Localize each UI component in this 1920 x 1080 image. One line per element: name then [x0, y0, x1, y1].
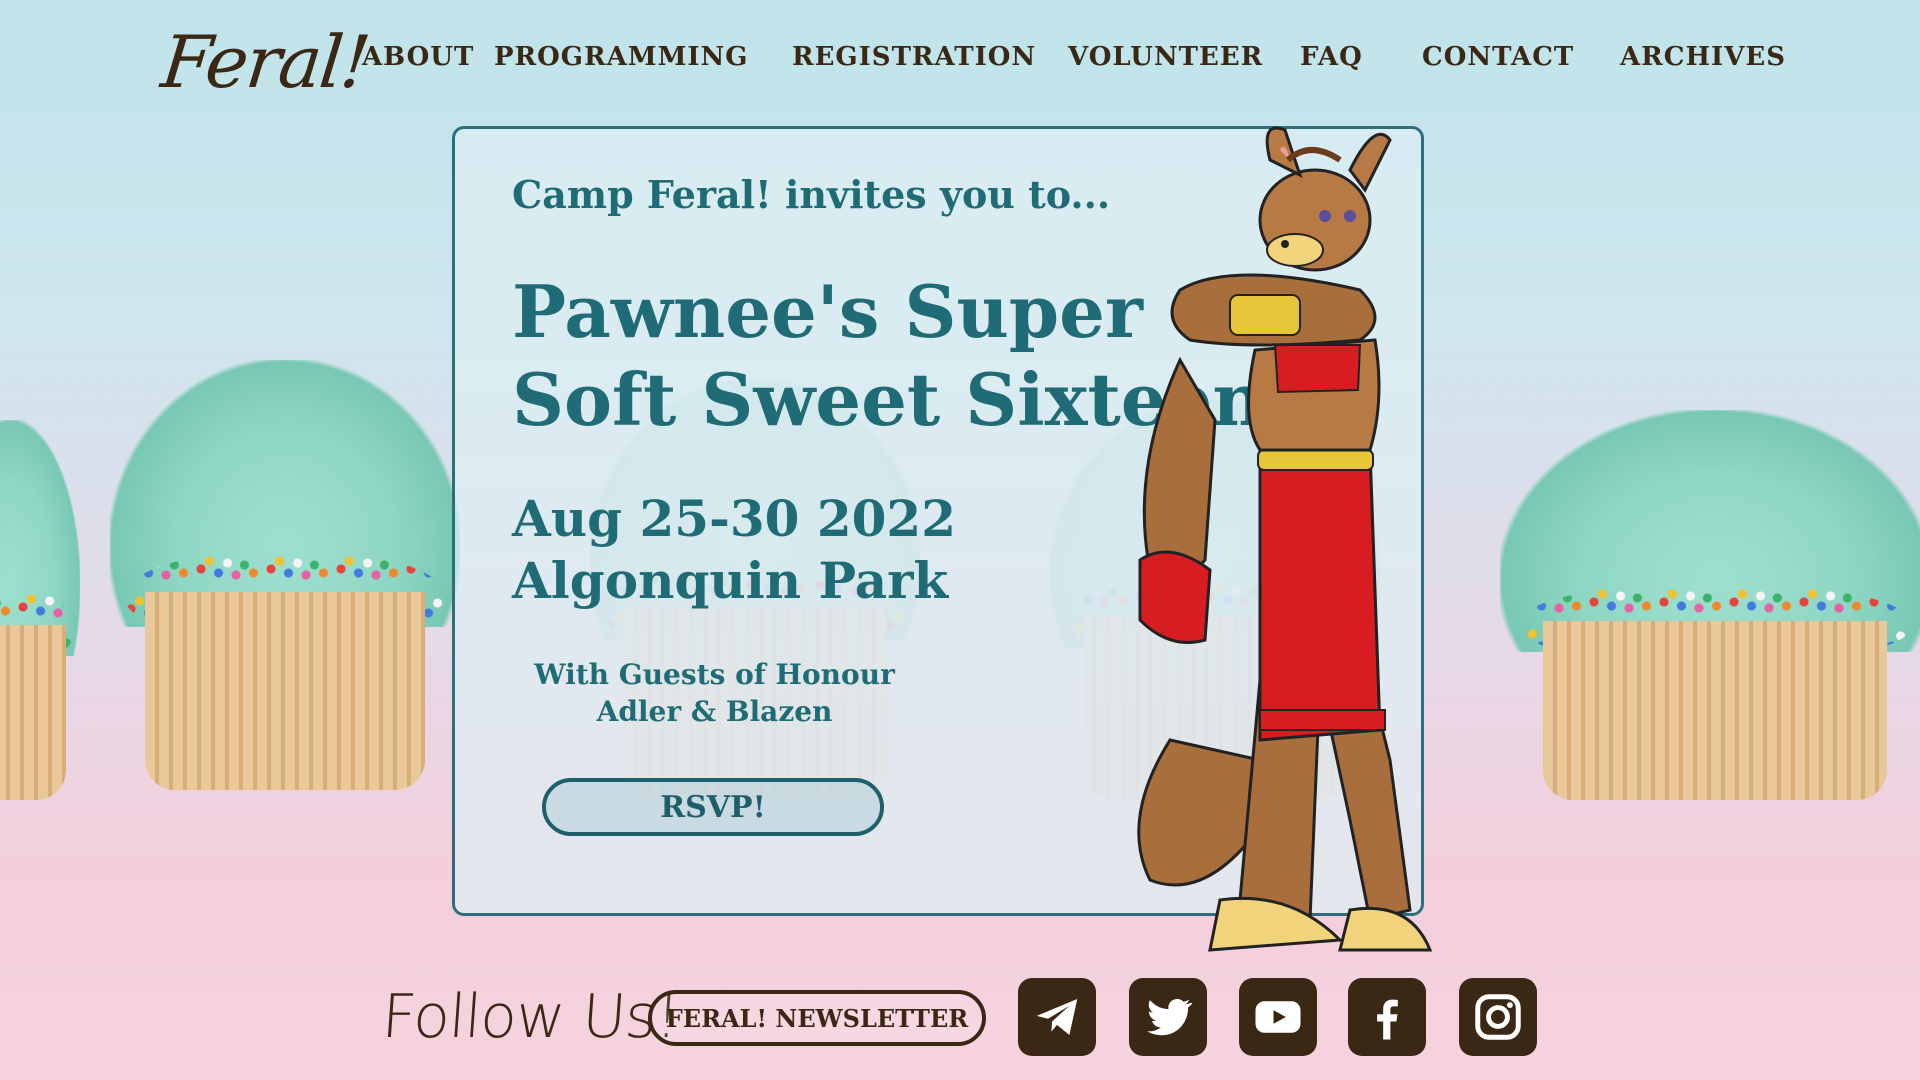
newsletter-button[interactable]: FERAL! NEWSLETTER [648, 990, 986, 1046]
mascot-illustration [1137, 126, 1433, 952]
rsvp-button[interactable]: RSVP! [542, 778, 884, 836]
follow-us-heading: Follow Us! [379, 982, 681, 1052]
nav-faq[interactable]: FAQ [1300, 42, 1363, 72]
event-date: Aug 25-30 2022 [512, 489, 956, 548]
nav-contact[interactable]: CONTACT [1422, 42, 1574, 72]
twitter-icon [1147, 998, 1193, 1036]
instagram-link[interactable] [1459, 978, 1537, 1056]
twitter-link[interactable] [1129, 978, 1207, 1056]
nav-volunteer[interactable]: VOLUNTEER [1068, 42, 1263, 72]
site-logo[interactable]: Feral! [158, 20, 373, 104]
nav-programming[interactable]: PROGRAMMING [494, 42, 748, 72]
nav-registration[interactable]: REGISTRATION [792, 42, 1036, 72]
telegram-link[interactable] [1018, 978, 1096, 1056]
event-details: Aug 25-30 2022 Algonquin Park [512, 488, 956, 612]
guests-heading: With Guests of Honour [534, 658, 895, 691]
nav-about[interactable]: ABOUT [362, 42, 474, 72]
cupcake-image [0, 420, 80, 800]
event-location: Algonquin Park [512, 551, 949, 610]
youtube-icon [1255, 1001, 1301, 1033]
cupcake-image [1500, 410, 1920, 800]
instagram-icon [1475, 994, 1521, 1040]
youtube-link[interactable] [1239, 978, 1317, 1056]
facebook-link[interactable] [1348, 978, 1426, 1056]
invitation-eyebrow: Camp Feral! invites you to... [512, 172, 1111, 217]
cupcake-image [110, 360, 460, 790]
guests-names: Adler & Blazen [596, 695, 833, 728]
nav-archives[interactable]: ARCHIVES [1620, 42, 1786, 72]
guests-of-honour: With Guests of Honour Adler & Blazen [512, 656, 917, 730]
telegram-icon [1036, 999, 1078, 1035]
facebook-icon [1377, 999, 1398, 1040]
